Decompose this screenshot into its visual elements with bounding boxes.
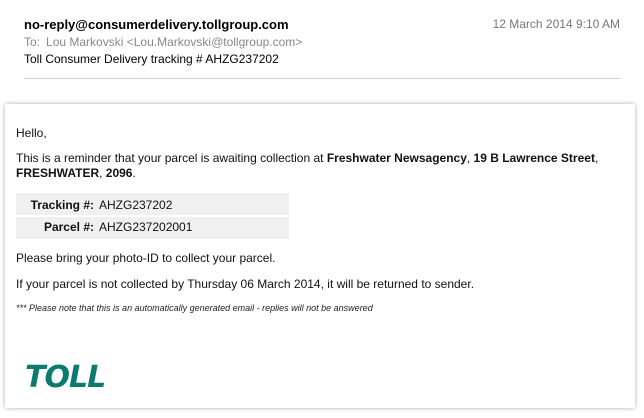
tracking-number: AHZG237202 <box>99 198 173 212</box>
to-label: To: <box>24 35 41 49</box>
email-subject: Toll Consumer Delivery tracking # AHZG23… <box>24 52 279 66</box>
location-name: Freshwater Newsagency <box>326 151 467 165</box>
email-body-card: Hello, This is a reminder that your parc… <box>5 104 635 408</box>
tracking-label: Tracking #: <box>30 198 94 212</box>
postcode: 2096 <box>105 166 133 180</box>
reminder-paragraph: This is a reminder that your parcel is a… <box>16 151 616 181</box>
separator: , <box>594 151 599 165</box>
toll-logo: TOLL <box>25 360 106 391</box>
tracking-table: Tracking #: AHZG237202 Parcel #: AHZG237… <box>16 193 289 239</box>
toll-logo-text: TOLL <box>25 360 105 391</box>
email-header: no-reply@consumerdelivery.tollgroup.com … <box>0 0 644 90</box>
separator: , <box>99 166 106 180</box>
not-collected-text: If your parcel is not collected by Thurs… <box>16 277 475 291</box>
email-date: 12 March 2014 9:10 AM <box>492 17 620 31</box>
street-address: 19 B Lawrence Street <box>473 151 595 165</box>
parcel-number: AHZG237202001 <box>99 220 193 234</box>
recipient-address[interactable]: Lou Markovski <Lou.Markovski@tollgroup.c… <box>46 35 302 49</box>
auto-generated-note: *** Please note that this is an automati… <box>16 303 373 313</box>
separator: . <box>132 166 136 180</box>
parcel-label: Parcel #: <box>43 220 94 234</box>
reminder-intro: This is a reminder that your parcel is a… <box>16 151 327 165</box>
header-divider <box>24 78 620 79</box>
sender-address[interactable]: no-reply@consumerdelivery.tollgroup.com <box>24 17 289 32</box>
greeting: Hello, <box>16 126 47 140</box>
bring-id-text: Please bring your photo-ID to collect yo… <box>16 251 276 265</box>
separator: , <box>466 151 474 165</box>
recipient-line: To: Lou Markovski <Lou.Markovski@tollgrou… <box>24 35 302 49</box>
suburb: FRESHWATER <box>16 166 100 180</box>
